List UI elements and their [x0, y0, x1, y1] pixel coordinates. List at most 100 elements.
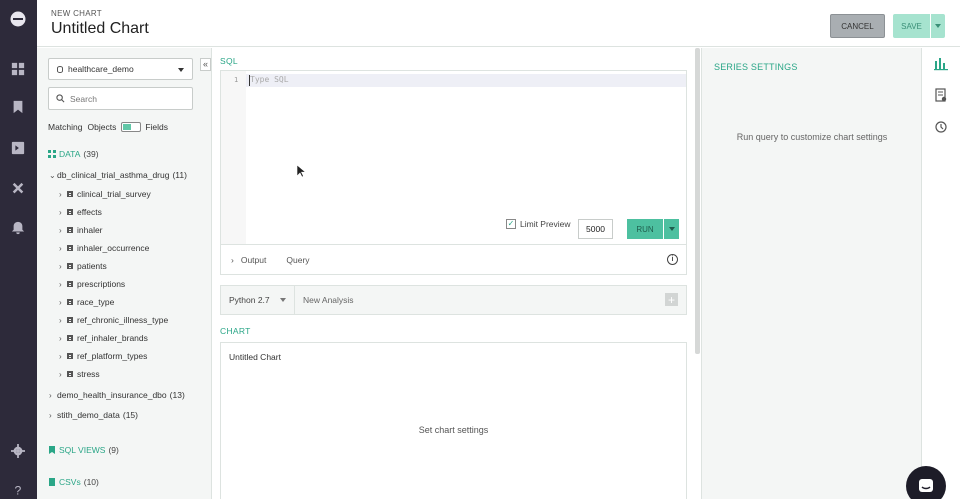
chevron-right-icon: › [59, 261, 62, 271]
chat-launcher[interactable] [906, 466, 946, 499]
table-icon [67, 263, 73, 269]
language-select[interactable]: Python 2.7 [221, 286, 295, 314]
chart-empty-message: Set chart settings [418, 425, 489, 435]
matching-toggle-row: Matching Objects Fields [48, 122, 168, 132]
chevron-right-icon: › [59, 333, 62, 343]
table-item[interactable]: › race_type [59, 297, 114, 307]
toggle-knob [123, 124, 132, 130]
series-settings-message: Run query to customize chart settings [736, 132, 888, 142]
chart-section-title: CHART [220, 326, 251, 336]
editor-icon[interactable] [10, 140, 26, 156]
document-settings-icon[interactable] [934, 88, 948, 102]
table-item[interactable]: › prescriptions [59, 279, 125, 289]
bell-icon[interactable] [10, 220, 26, 236]
tab-query[interactable]: Query [286, 255, 309, 265]
sql-placeholder[interactable]: Type SQL [250, 75, 289, 84]
line-gutter: 1 [221, 71, 246, 244]
data-section-label: DATA [59, 149, 81, 159]
chevron-down-icon [668, 227, 675, 231]
table-name: ref_chronic_illness_type [77, 315, 169, 325]
table-icon [67, 281, 73, 287]
table-item[interactable]: › ref_inhaler_brands [59, 333, 148, 343]
bar-chart-icon[interactable] [934, 57, 948, 71]
sql-editor[interactable]: 1 Type SQL ✓ Limit Preview 5000 RUN › Ou… [220, 70, 687, 275]
table-icon [67, 209, 73, 215]
chevron-right-icon: › [231, 254, 234, 265]
limit-preview[interactable]: ✓ Limit Preview [506, 219, 571, 229]
table-name: ref_inhaler_brands [77, 333, 148, 343]
table-icon [67, 299, 73, 305]
database-icon [57, 65, 63, 73]
scrollbar[interactable] [695, 48, 700, 354]
table-item[interactable]: › ref_platform_types [59, 351, 147, 361]
chevron-right-icon: › [59, 279, 62, 289]
save-button[interactable]: SAVE [893, 14, 930, 38]
schema-search[interactable] [48, 87, 193, 110]
table-name: prescriptions [77, 279, 126, 289]
database-item[interactable]: ⌄ db_clinical_trial_asthma_drug (11) [49, 170, 187, 180]
table-icon [67, 371, 73, 377]
chevron-right-icon: › [59, 189, 62, 199]
table-icon [67, 227, 73, 233]
header-subtitle: NEW CHART [51, 9, 102, 18]
cancel-button[interactable]: CANCEL [830, 14, 885, 38]
run-options-button[interactable] [664, 219, 679, 239]
info-icon[interactable]: i [667, 254, 678, 265]
table-name: patients [77, 261, 107, 271]
help-icon[interactable]: ? [10, 481, 26, 497]
database-item[interactable]: › stith_demo_data (15) [49, 410, 138, 420]
run-button[interactable]: RUN [627, 219, 663, 239]
csvs-section[interactable]: CSVs (10) [48, 477, 99, 487]
table-item[interactable]: › stress [59, 369, 100, 379]
tab-output[interactable]: Output [241, 255, 267, 265]
matching-label: Matching [48, 122, 83, 132]
limit-preview-checkbox[interactable]: ✓ [506, 219, 516, 229]
dashboard-icon[interactable] [10, 61, 26, 77]
add-icon[interactable]: + [665, 293, 678, 306]
settings-toolbar [921, 48, 960, 499]
schema-browser: healthcare_demo « Matching Objects Field… [37, 48, 212, 499]
table-icon [67, 317, 73, 323]
limit-preview-label: Limit Preview [520, 219, 571, 229]
database-count: (15) [122, 410, 138, 420]
search-icon [56, 94, 65, 103]
settings-icon[interactable] [10, 443, 26, 459]
series-settings-panel: SERIES SETTINGS Run query to customize c… [701, 48, 921, 499]
table-item[interactable]: › ref_chronic_illness_type [59, 315, 168, 325]
bookmark-icon [49, 446, 55, 454]
objects-fields-toggle[interactable] [121, 122, 142, 132]
search-input[interactable] [70, 93, 180, 104]
chevron-right-icon: › [59, 207, 62, 217]
collapse-panel-button[interactable]: « [200, 58, 211, 71]
table-icon [67, 353, 73, 359]
history-icon[interactable] [934, 120, 948, 134]
mouse-pointer-icon [297, 165, 306, 178]
chevron-right-icon: › [49, 390, 52, 400]
csvs-count: (10) [83, 477, 99, 487]
new-analysis-label[interactable]: New Analysis [303, 286, 354, 314]
table-item[interactable]: › patients [59, 261, 107, 271]
tools-icon[interactable] [10, 181, 26, 197]
data-section-count: (39) [83, 149, 99, 159]
data-section-header[interactable]: DATA (39) [48, 149, 99, 159]
series-settings-title: SERIES SETTINGS [714, 62, 798, 72]
chevron-right-icon: › [59, 297, 62, 307]
logo-icon[interactable] [10, 11, 26, 27]
objects-label: Objects [87, 122, 117, 132]
chart-title[interactable]: Untitled Chart [51, 20, 149, 38]
table-item[interactable]: › effects [59, 207, 102, 217]
database-name: db_clinical_trial_asthma_drug [57, 170, 170, 180]
table-item[interactable]: › inhaler_occurrence [59, 243, 149, 253]
sql-views-section[interactable]: SQL VIEWS (9) [48, 445, 119, 455]
database-select[interactable]: healthcare_demo [48, 58, 193, 80]
table-item[interactable]: › clinical_trial_survey [59, 189, 151, 199]
limit-input[interactable]: 5000 [578, 219, 613, 239]
fields-label: Fields [145, 122, 169, 132]
table-item[interactable]: › inhaler [59, 225, 103, 235]
database-name: stith_demo_data [57, 410, 120, 420]
chevron-down-icon [935, 24, 941, 28]
active-line [246, 74, 686, 87]
save-options-button[interactable] [931, 14, 945, 38]
database-item[interactable]: › demo_health_insurance_dbo (13) [49, 390, 185, 400]
bookmark-icon[interactable] [10, 99, 26, 115]
